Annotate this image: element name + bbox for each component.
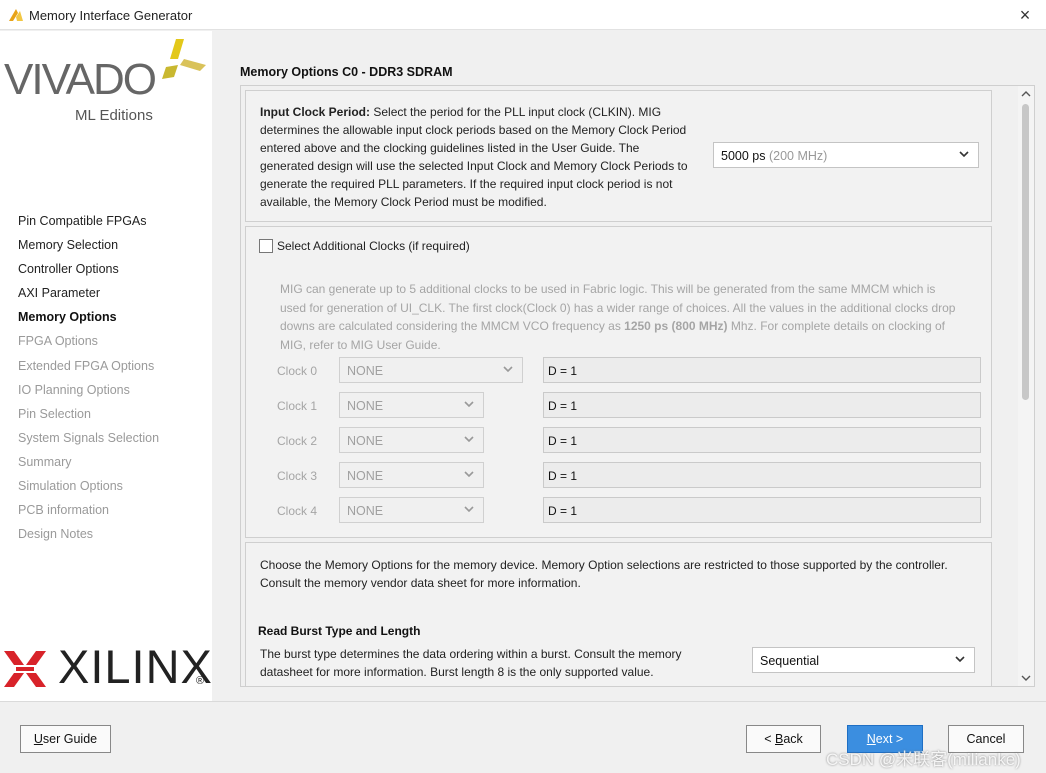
xilinx-mark-icon xyxy=(4,651,46,687)
sidebar-item-design-notes: Design Notes xyxy=(18,527,94,542)
chevron-down-icon xyxy=(464,436,474,443)
clock-4-label: Clock 4 xyxy=(277,504,318,518)
vivado-logo-text: VIVADO xyxy=(4,55,157,104)
sidebar-item-fpga-options: FPGA Options xyxy=(18,334,98,349)
clock-2-select: NONE xyxy=(339,427,484,453)
burst-type-select[interactable]: Sequential xyxy=(752,647,975,673)
clock-3-label: Clock 3 xyxy=(277,469,318,483)
burst-type-description: The burst type determines the data order… xyxy=(260,647,682,679)
sidebar-item-pcb-information: PCB information xyxy=(18,503,110,518)
chevron-down-icon xyxy=(464,471,474,478)
scroll-up-arrow-icon[interactable] xyxy=(1021,89,1031,99)
input-clock-description: Input Clock Period: Select the period fo… xyxy=(260,105,688,209)
memory-options-intro: Choose the Memory Options for the memory… xyxy=(260,558,948,590)
chevron-down-icon xyxy=(959,151,969,158)
vivado-logo: VIVADO ML Editions xyxy=(4,37,209,137)
sidebar-item-memory-options[interactable]: Memory Options xyxy=(18,310,159,334)
title-bar: Memory Interface Generator × xyxy=(0,0,1046,30)
chevron-down-icon xyxy=(464,506,474,513)
additional-clocks-panel: Select Additional Clocks (if required) M… xyxy=(245,226,992,538)
scroll-down-arrow-icon[interactable] xyxy=(1021,673,1031,683)
clock-1-label: Clock 1 xyxy=(277,399,318,413)
sidebar: VIVADO ML Editions Pin Compatible FPGAs … xyxy=(0,31,212,701)
back-button[interactable]: < Back xyxy=(746,725,821,753)
close-icon[interactable]: × xyxy=(1012,2,1038,28)
sidebar-item-system-signals-selection: System Signals Selection xyxy=(18,430,160,445)
input-clock-panel: Input Clock Period: Select the period fo… xyxy=(245,90,992,222)
sidebar-item-pin-compatible-fpgas[interactable]: Pin Compatible FPGAs xyxy=(18,214,159,238)
xilinx-logo: XILINX ® xyxy=(2,637,212,697)
chevron-down-icon xyxy=(503,366,513,373)
sidebar-item-summary: Summary xyxy=(18,454,72,469)
clock-0-select: NONE xyxy=(339,357,523,383)
scrollbar-thumb[interactable] xyxy=(1022,104,1029,400)
burst-type-heading: Read Burst Type and Length xyxy=(258,624,421,638)
vertical-scrollbar[interactable] xyxy=(1018,86,1034,686)
additional-clocks-checkbox[interactable] xyxy=(259,239,273,253)
memory-options-panel: Choose the Memory Options for the memory… xyxy=(245,542,992,686)
clock-3-select: NONE xyxy=(339,462,484,488)
additional-clocks-description: MIG can generate up to 5 additional cloc… xyxy=(280,282,956,352)
clock-0-divider: D = 1 xyxy=(543,357,981,383)
clock-0-label: Clock 0 xyxy=(277,364,318,378)
chevron-down-icon xyxy=(464,401,474,408)
window-title: Memory Interface Generator xyxy=(29,8,193,23)
input-clock-label: Input Clock Period: xyxy=(260,105,371,119)
sidebar-item-controller-options[interactable]: Controller Options xyxy=(18,262,159,286)
sidebar-item-memory-selection[interactable]: Memory Selection xyxy=(18,238,159,262)
additional-clocks-checkbox-label: Select Additional Clocks (if required) xyxy=(277,239,470,253)
clock-2-label: Clock 2 xyxy=(277,434,318,448)
sidebar-item-extended-fpga-options: Extended FPGA Options xyxy=(18,358,155,373)
user-guide-button[interactable]: User Guide xyxy=(20,725,111,753)
csdn-watermark: CSDN @米联客(milianke) xyxy=(826,750,1021,769)
vivado-app-icon xyxy=(9,9,23,21)
vivado-arrows-icon xyxy=(162,39,206,79)
sidebar-item-io-planning-options: IO Planning Options xyxy=(18,382,130,397)
clock-1-select: NONE xyxy=(339,392,484,418)
page-title: Memory Options C0 - DDR3 SDRAM xyxy=(240,65,453,79)
clock-2-divider: D = 1 xyxy=(543,427,981,453)
main-panel: Memory Options C0 - DDR3 SDRAM Input Clo… xyxy=(212,31,1046,701)
xilinx-logo-text: XILINX xyxy=(58,640,213,693)
options-scroll-area[interactable]: Input Clock Period: Select the period fo… xyxy=(240,85,1035,687)
sidebar-item-pin-selection: Pin Selection xyxy=(18,406,91,421)
sidebar-item-axi-parameter[interactable]: AXI Parameter xyxy=(18,286,159,310)
sidebar-item-simulation-options: Simulation Options xyxy=(18,479,123,494)
vivado-logo-subtitle: ML Editions xyxy=(75,107,153,124)
clock-4-select: NONE xyxy=(339,497,484,523)
registered-mark: ® xyxy=(196,675,205,687)
clock-3-divider: D = 1 xyxy=(543,462,981,488)
wizard-steps: Pin Compatible FPGAs Memory Selection Co… xyxy=(18,214,159,551)
input-clock-period-select[interactable]: 5000 ps (200 MHz) xyxy=(713,142,979,168)
clock-4-divider: D = 1 xyxy=(543,497,981,523)
chevron-down-icon xyxy=(955,656,965,663)
clock-1-divider: D = 1 xyxy=(543,392,981,418)
